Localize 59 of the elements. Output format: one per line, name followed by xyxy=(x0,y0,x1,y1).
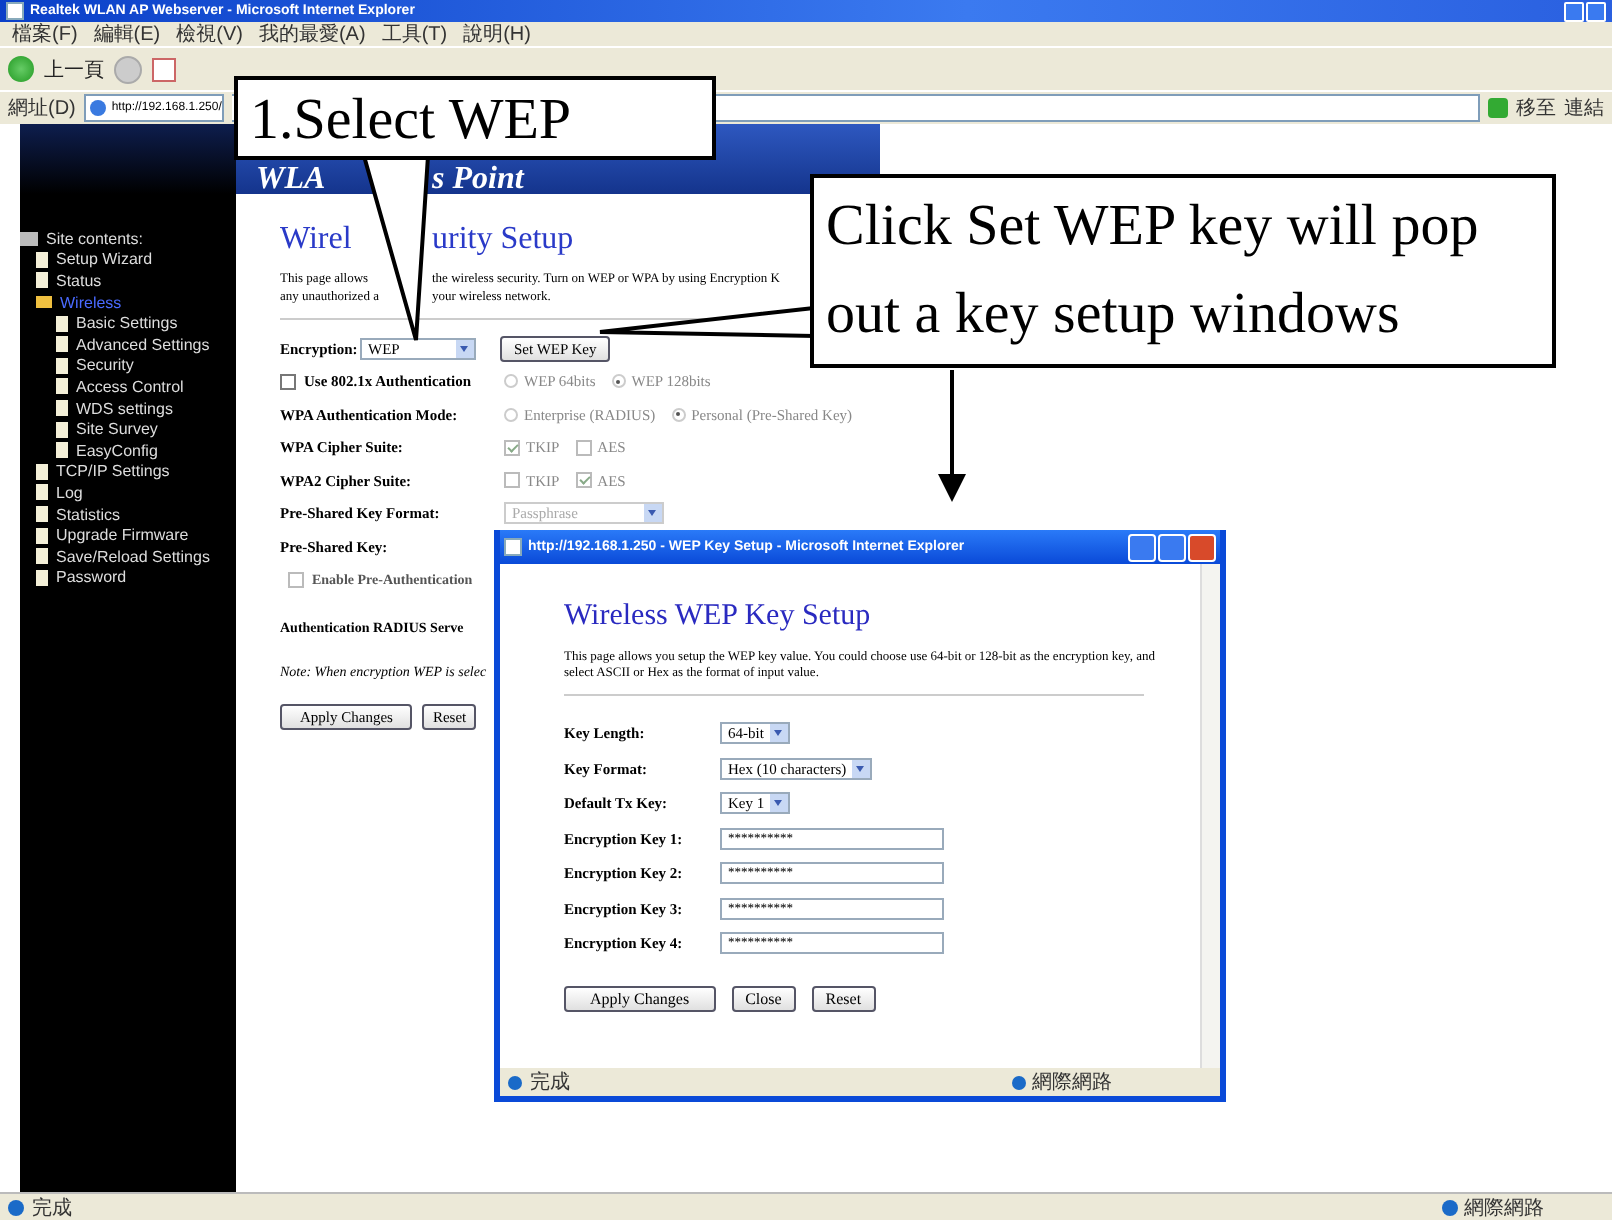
menu-item[interactable]: 檢視(V) xyxy=(176,20,243,48)
page-title: Wirel xyxy=(280,222,354,258)
sidebar-item[interactable]: Security xyxy=(76,356,134,375)
apply-changes-button[interactable]: Apply Changes xyxy=(564,985,716,1011)
sidebar-item[interactable]: Password xyxy=(56,568,127,587)
back-icon[interactable] xyxy=(8,56,34,82)
maximize-button[interactable] xyxy=(1158,533,1186,561)
sidebar-item[interactable]: Access Control xyxy=(76,377,184,396)
close-button[interactable]: Close xyxy=(731,985,796,1011)
sidebar-item[interactable]: Advanced Settings xyxy=(76,335,210,354)
banner-title: WLA xyxy=(256,168,326,192)
scrollbar[interactable] xyxy=(1200,564,1220,1068)
sidebar-item[interactable]: Setup Wizard xyxy=(56,250,153,269)
callout-tooltip: Click Set WEP key will pop out a key setup windows xyxy=(810,174,1556,368)
menu-item[interactable]: 工具(T) xyxy=(381,20,448,48)
sidebar-item[interactable]: Upgrade Firmware xyxy=(56,526,189,545)
caret-icon xyxy=(852,759,871,778)
sidebar-title: Site contents: xyxy=(46,229,143,248)
forward-icon[interactable] xyxy=(114,55,142,83)
status-text: 完成 xyxy=(32,1195,72,1220)
minimize-button[interactable] xyxy=(1564,1,1584,21)
sidebar-item[interactable]: Basic Settings xyxy=(76,314,178,333)
page-title: urity Setup xyxy=(432,222,574,258)
sidebar-item[interactable]: WDS settings xyxy=(76,399,173,418)
stop-icon[interactable] xyxy=(152,57,176,81)
globe-icon xyxy=(1012,1075,1026,1089)
popup-heading: Wireless WEP Key Setup xyxy=(564,600,873,634)
sidebar-item[interactable]: EasyConfig xyxy=(76,441,158,460)
menu-item[interactable]: 說明(H) xyxy=(463,20,531,48)
caret-icon xyxy=(644,504,662,523)
arrow xyxy=(938,370,966,502)
maximize-button[interactable] xyxy=(1586,1,1606,21)
sidebar-item[interactable]: Wireless xyxy=(60,293,122,312)
menu-item[interactable]: 編輯(E) xyxy=(93,20,161,48)
menu-item[interactable]: 我的最愛(A) xyxy=(258,20,366,48)
caret-icon xyxy=(456,339,474,358)
banner-title: s Point xyxy=(432,168,524,192)
sidebar-item[interactable]: Log xyxy=(56,483,83,502)
address-label: 網址(D) xyxy=(8,95,76,122)
back-label[interactable]: 上一頁 xyxy=(44,55,104,83)
minimize-button[interactable] xyxy=(1128,533,1156,561)
menu-item[interactable]: 檔案(F) xyxy=(12,20,78,48)
sidebar-item[interactable]: Statistics xyxy=(56,505,121,524)
caret-icon xyxy=(770,794,789,813)
sidebar-item[interactable]: TCP/IP Settings xyxy=(56,462,170,481)
go-icon[interactable] xyxy=(1488,98,1508,118)
links-label[interactable]: 連結 xyxy=(1564,94,1604,122)
status-text: 完成 xyxy=(530,1069,570,1096)
sidebar-item[interactable]: Site Survey xyxy=(76,420,158,439)
reset-button[interactable]: Reset xyxy=(811,985,876,1011)
zone-text: 網際網路 xyxy=(1464,1195,1544,1220)
sidebar-item[interactable]: Status xyxy=(56,271,102,290)
globe-icon xyxy=(1442,1199,1458,1215)
caret-icon xyxy=(769,724,788,743)
folder-icon xyxy=(20,231,38,246)
zone-text: 網際網路 xyxy=(1032,1070,1112,1096)
go-button[interactable]: 移至 xyxy=(1516,94,1556,122)
close-button[interactable] xyxy=(1188,533,1216,561)
sidebar-item[interactable]: Save/Reload Settings xyxy=(56,547,210,566)
